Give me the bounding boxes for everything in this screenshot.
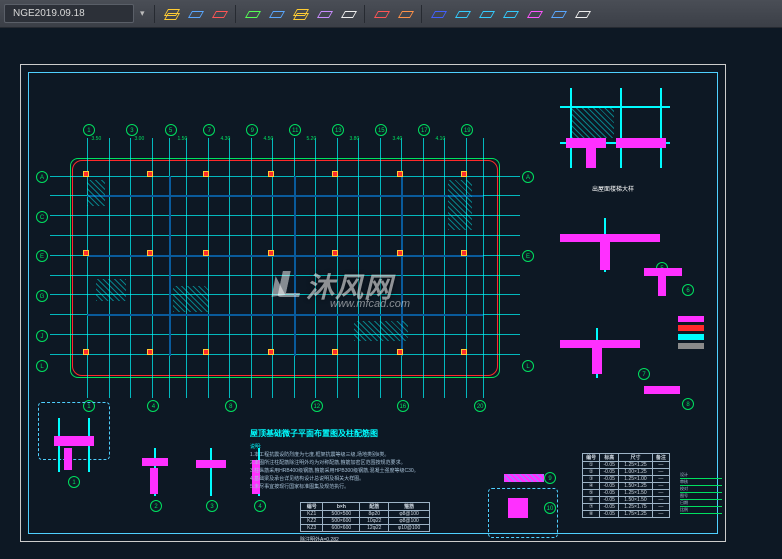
detail-10: 10 xyxy=(500,488,570,558)
separator xyxy=(235,5,236,23)
title-block: 设计 审核 校对 图号 日期 比例 xyxy=(680,472,722,530)
layer-btn-9[interactable] xyxy=(370,4,392,24)
cad-canvas[interactable]: 1 3 5 7 9 11 13 15 17 19 1 4 8 12 16 20 … xyxy=(0,28,782,559)
detail-top-right xyxy=(560,88,680,178)
layer-icon xyxy=(245,7,259,21)
opening-schedule: 编号标高尺寸备注 ①-0.051.25×1.25— ②-0.051.00×1.2… xyxy=(582,453,670,518)
layer-icon xyxy=(188,7,202,21)
layer-icon xyxy=(293,7,307,21)
layer-icon xyxy=(455,7,469,21)
separator xyxy=(364,5,365,23)
layer-btn-13[interactable] xyxy=(475,4,497,24)
layer-btn-10[interactable] xyxy=(394,4,416,24)
layer-btn-16[interactable] xyxy=(547,4,569,24)
layer-btn-7[interactable] xyxy=(313,4,335,24)
layer-icon xyxy=(164,7,178,21)
layer-btn-4[interactable] xyxy=(241,4,263,24)
toolbar: NGE2019.09.18 ▾ xyxy=(0,0,782,28)
layer-btn-14[interactable] xyxy=(499,4,521,24)
layer-icon xyxy=(212,7,226,21)
grid-bubble: 1 xyxy=(83,124,95,136)
layer-btn-15[interactable] xyxy=(523,4,545,24)
detail-7: 7 xyxy=(560,328,650,398)
detail-label: 出屋面楼梯大样 xyxy=(592,184,634,193)
layer-icon xyxy=(575,7,589,21)
layer-btn-6[interactable] xyxy=(289,4,311,24)
plan-outline-red xyxy=(72,160,498,376)
layer-icon xyxy=(479,7,493,21)
layer-icon xyxy=(431,7,445,21)
layer-icon xyxy=(551,7,565,21)
layer-icon xyxy=(503,7,517,21)
layer-icon xyxy=(341,7,355,21)
layer-btn-8[interactable] xyxy=(337,4,359,24)
layer-icon xyxy=(527,7,541,21)
layer-btn-1[interactable] xyxy=(160,4,182,24)
document-dropdown[interactable]: ▾ xyxy=(136,8,149,19)
layer-btn-12[interactable] xyxy=(451,4,473,24)
layer-icon xyxy=(374,7,388,21)
layer-icon xyxy=(317,7,331,21)
color-legend xyxy=(678,316,704,352)
detail-8: 8 xyxy=(640,378,700,448)
layer-btn-3[interactable] xyxy=(208,4,230,24)
detail-1: 1 xyxy=(48,418,118,488)
layer-icon xyxy=(269,7,283,21)
schedule-footer: 除注明外A=0.282 xyxy=(300,536,339,543)
column-schedule: 编号b×h 配筋箍筋 KZ1500×5008φ20φ8@100 KZ2500×6… xyxy=(300,502,430,532)
floor-plan: 1 3 5 7 9 11 13 15 17 19 1 4 8 12 16 20 … xyxy=(70,158,500,378)
layer-btn-2[interactable] xyxy=(184,4,206,24)
layer-btn-11[interactable] xyxy=(427,4,449,24)
separator xyxy=(421,5,422,23)
plan-title: 屋顶基础微子平面布置图及柱配筋图 xyxy=(250,428,378,439)
layer-btn-17[interactable] xyxy=(571,4,593,24)
document-title[interactable]: NGE2019.09.18 xyxy=(4,4,134,23)
plan-notes: 说明: 1.本工程抗震设防烈度为七度,框架抗震等级三级,场地类别Ⅱ类。 2.本图… xyxy=(250,443,470,491)
layer-icon xyxy=(398,7,412,21)
layer-btn-5[interactable] xyxy=(265,4,287,24)
separator xyxy=(154,5,155,23)
